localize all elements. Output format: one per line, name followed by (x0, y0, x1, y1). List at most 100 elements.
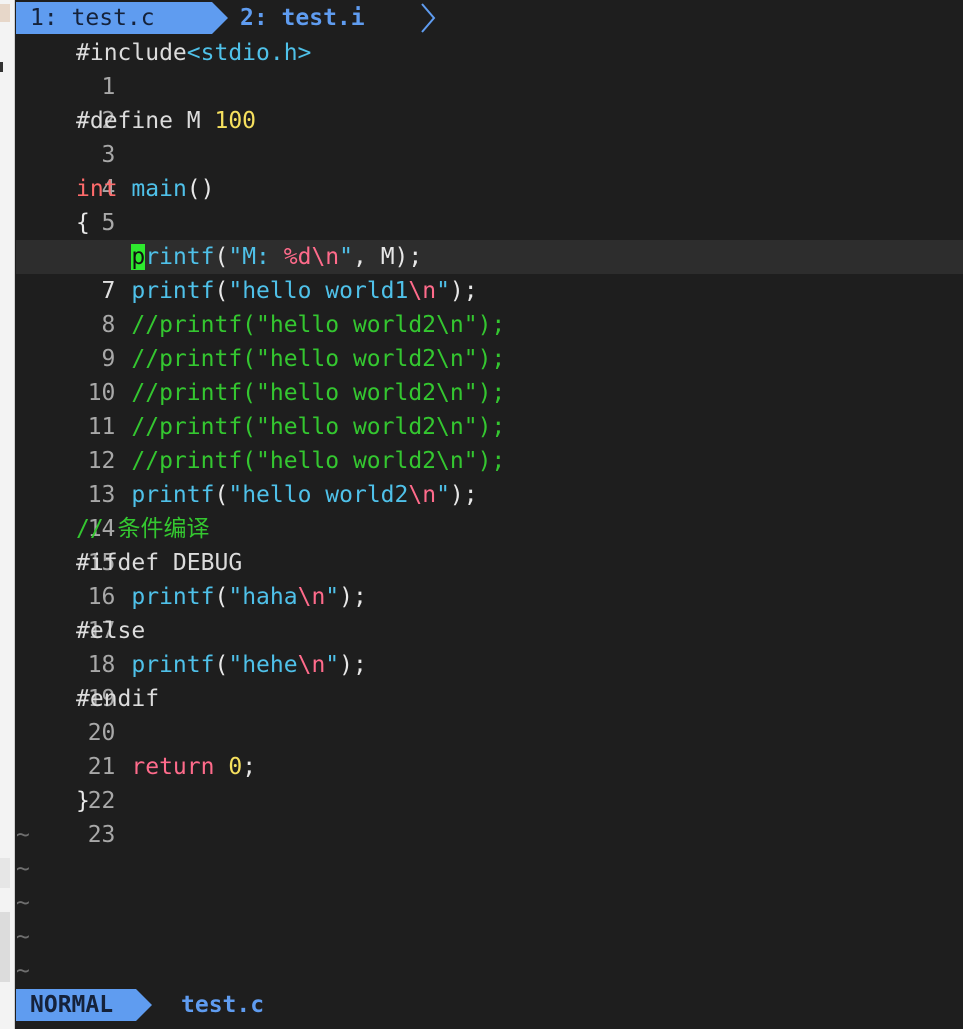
punctuation: { (76, 210, 90, 236)
function-name: printf (131, 652, 215, 678)
current-line[interactable]: 7 printf("M: %d\n", M); (16, 240, 963, 304)
comment: //printf("hello world2\n"); (131, 312, 506, 338)
code-line[interactable]: 23 } (16, 784, 963, 848)
return-keyword: return (131, 754, 215, 780)
escape-sequence: \n (297, 652, 326, 678)
code-line[interactable]: 1 #include<stdio.h> (16, 36, 963, 100)
empty-buffer-line: ~ (16, 920, 963, 954)
code-line[interactable]: 6 { (16, 206, 963, 270)
escape-sequence: \n (297, 584, 326, 610)
punctuation: } (76, 788, 90, 814)
code-line[interactable]: 2 (16, 70, 963, 134)
code-line[interactable]: 15 // 条件编译 (16, 512, 963, 576)
function-name: printf (131, 584, 215, 610)
punctuation: ); (449, 278, 478, 304)
number-literal: 0 (228, 754, 243, 780)
tilde-marker: ~ (16, 856, 30, 882)
comment: //printf("hello world2\n"); (131, 448, 506, 474)
punctuation: , M); (353, 244, 423, 270)
comment: //printf("hello world2\n"); (131, 414, 506, 440)
punctuation: ); (339, 584, 367, 610)
string-literal: "hello world2 (228, 482, 409, 508)
format-specifier: %d (283, 244, 312, 270)
punctuation: () (186, 176, 215, 202)
status-filename: test.c (181, 992, 265, 1018)
punctuation: ); (449, 482, 478, 508)
code-line[interactable]: 14 printf("hello world2\n"); (16, 478, 963, 542)
string-literal: " (436, 482, 450, 508)
code-line[interactable]: 12 //printf("hello world2\n"); (16, 410, 963, 474)
code-editor[interactable]: 1 #include<stdio.h> 2 3 #define M 100 4 … (16, 36, 963, 988)
tilde-marker: ~ (16, 924, 30, 950)
empty-buffer-line: ~ (16, 818, 963, 852)
punctuation: ; (242, 754, 257, 780)
function-name: printf (131, 278, 215, 304)
code-line[interactable]: 17 printf("haha\n"); (16, 580, 963, 644)
host-window-edge (0, 0, 15, 1029)
mode-indicator: NORMAL (16, 989, 136, 1021)
code-line[interactable]: 21 (16, 716, 963, 780)
punctuation: ( (214, 278, 229, 304)
header-name: <stdio.h> (186, 40, 312, 66)
tilde-marker: ~ (16, 890, 30, 916)
punctuation: ); (339, 652, 367, 678)
tilde-marker: ~ (16, 822, 30, 848)
preprocessor: #endif (76, 686, 160, 712)
code-line[interactable]: 3 #define M 100 (16, 104, 963, 168)
punctuation: ( (214, 652, 229, 678)
code-line[interactable]: 20 #endif (16, 682, 963, 746)
escape-sequence: \n (408, 278, 437, 304)
code-line[interactable]: 18 #else (16, 614, 963, 678)
preprocessor: #define M (76, 108, 215, 134)
code-line[interactable]: 16 #ifdef DEBUG (16, 546, 963, 610)
host-edge-mark (0, 858, 10, 888)
code-line[interactable]: 8 printf("hello world1\n"); (16, 274, 963, 338)
code-line[interactable]: 19 printf("hehe\n"); (16, 648, 963, 712)
escape-sequence: \n (408, 482, 437, 508)
string-literal: " (325, 652, 340, 678)
code-line[interactable]: 9 //printf("hello world2\n"); (16, 308, 963, 372)
tabline: 1: test.c 2: test.i (16, 0, 963, 36)
host-edge-mark (0, 4, 10, 22)
tab-separator-arrow (212, 2, 228, 34)
code-line[interactable]: 22 return 0; (16, 750, 963, 814)
preprocessor: #ifdef DEBUG (76, 550, 243, 576)
string-literal: "hello world1 (228, 278, 409, 304)
code-line[interactable]: 5 int main() (16, 172, 963, 236)
function-name: rintf (145, 244, 215, 270)
type-keyword: int (76, 176, 118, 202)
tilde-marker: ~ (16, 958, 30, 984)
code-line[interactable]: 13 //printf("hello world2\n"); (16, 444, 963, 508)
code-line[interactable]: 10 //printf("hello world2\n"); (16, 342, 963, 406)
empty-buffer-line: ~ (16, 954, 963, 988)
code-line[interactable]: 4 (16, 138, 963, 202)
punctuation: ( (214, 244, 229, 270)
comment: //printf("hello world2\n"); (131, 380, 506, 406)
code-line[interactable]: 11 //printf("hello world2\n"); (16, 376, 963, 440)
chevron-right-icon (421, 3, 436, 33)
string-literal: "hehe (228, 652, 298, 678)
tab-test-c[interactable]: 1: test.c (16, 2, 212, 34)
string-literal: " (339, 244, 354, 270)
statusline: NORMAL test.c (16, 987, 963, 1023)
function-name: main (131, 176, 187, 202)
empty-buffer-line: ~ (16, 886, 963, 920)
preprocessor: #else (76, 618, 146, 644)
tab-test-i[interactable]: 2: test.i (240, 2, 365, 34)
punctuation: ( (214, 482, 229, 508)
function-name: printf (131, 482, 215, 508)
string-literal: "haha (228, 584, 298, 610)
